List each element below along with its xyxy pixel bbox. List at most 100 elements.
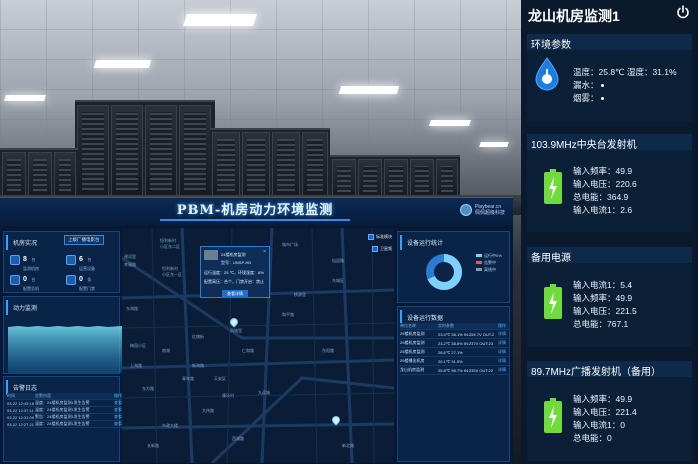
table-row: 龙山机房监测 25.8℃ 56.7% IN:235V OUT:22 详情 [400,366,510,375]
power-monitor-card: 动力监测 [3,296,122,374]
popup-line1: 运行温度：25 ℃，环境湿度：8% [204,270,264,275]
device-stats-title: 设备运行统计 [400,235,509,250]
map-label: 青年路 [182,376,194,381]
map-label: 凤城里 [230,328,242,333]
battery-icon [544,398,562,433]
popup-model: 型号：UNSP-HD [221,260,252,265]
map-label: 红旗街 [192,334,204,339]
reading-line: 输入电流1：0 [573,420,625,430]
reading-line: 输入电压：221.5 [573,306,637,316]
station-select-button[interactable]: 上级厂播电影台 [64,235,104,245]
table-row: 25楼机房监测 28.6℃ 27.1% 详情 [400,348,510,357]
device-data-table: 单位名称 实时参数 操作 29楼机房监测 23.4℃ 38.1% IN:254.… [400,323,510,375]
env-header: 环境参数 [527,34,692,51]
map-label: 东城区 [332,278,344,283]
details-link[interactable]: 详情 [498,349,510,355]
map-label: 天安区 [214,376,226,381]
map-label: 梅园小区 [130,343,146,348]
map-label: 新北路 [342,443,354,448]
device-stats-card: 设备运行统计 运行中0% 告警中 离线中 [397,231,510,303]
table-row: 29楼机房监测 23.4℃ 38.1% IN:254.7V OUT:2 详情 [400,330,510,339]
reading-line: 输入频率：49.9 [573,166,633,176]
server-rack-row [210,128,330,198]
map-label: 和平路 [282,312,294,317]
alarm-log-card: 告警日志 时间 告警内容 操作 03-22 12:43:18 温度：24楼机房监… [3,376,122,462]
stat-config-doors: 0 条配置门禁 [66,268,95,292]
device-status-donut [426,254,462,290]
close-icon[interactable]: × [263,249,266,255]
reading-line: 输入电流1：2.6 [573,205,633,215]
avatar [459,204,472,216]
map-label: 上海路 [130,363,142,368]
dashboard-title: PBM-机房动力环境监测 [160,199,350,221]
popup-line2: 配置高压：合个，门禁开启：禁止 [204,279,264,284]
map-label: 幸福路 [124,262,136,267]
map-label: 东方路 [142,386,154,391]
sidebar-title: 龙山机房监测1 [528,8,620,24]
map-label: 大伟路 [202,408,214,413]
satellite-icon [372,246,378,252]
view-link[interactable]: 查看 [107,414,122,420]
broadcast-transmitter-header: 89.7MHz广播发射机（备用） [527,361,692,378]
map-label: 仁和路 [242,348,254,353]
door-icon [66,275,76,285]
map-label: 城市广场 [282,242,298,247]
details-link[interactable]: 详情 [498,340,510,346]
power-monitor-title: 动力监测 [6,300,119,315]
popup-title: 24楼机房监测 [221,252,246,258]
view-link[interactable]: 查看 [107,407,122,413]
map-label: 小区东二区 [160,244,180,249]
env-temp-humidity: 温度：25.8℃ 湿度：31.1% [573,67,677,77]
dashboard-panel: PBM-机房动力环境监测 Playbear.cn 佩佩超级科技 机房实况 上级厂… [0,197,513,464]
backup-power-section: 备用电源 输入电流1：5.4 输入频率：49.9 输入电压：221.5 总电能：… [527,247,692,347]
reading-line: 总电能：767.1 [573,319,629,329]
city-map[interactable]: 恒利新村 小区东二区 恒利新村 小区东一区 建设里 幸福路 东海路 城市广场 新… [122,228,394,463]
ceiling-light [479,142,509,147]
map-label: 东阳路 [322,348,334,353]
map-label: 桃源里 [294,292,306,297]
map-label: 小区东一区 [162,272,182,277]
reading-line: 输入电压：220.6 [573,179,637,189]
env-leak: 漏水： [573,80,599,90]
table-row: 03-22 12:27:21 温度：24楼机房监测1发生告警 查看 [7,421,122,428]
table-row: 29楼播出机房 20.1℃ 31.5% 详情 [400,357,510,366]
server-rack-row [330,155,460,199]
user-subtitle: 佩佩超级科技 [474,210,505,216]
view-link[interactable]: 查看 [107,400,122,406]
ceiling-light [183,14,257,26]
module-icon [368,234,374,240]
host-icon [10,275,20,285]
transmitter-section: 103.9MHz中央台发射机 输入频率：49.9 输入电压：220.6 总电能：… [527,134,692,232]
env-smoke: 烟雾： [573,93,599,103]
dashboard-header: PBM-机房动力环境监测 Playbear.cn 佩佩超级科技 [0,198,513,226]
map-label: 市政大楼 [162,423,178,428]
map-label: 南湖 [162,348,170,353]
reading-line: 输入电压：221.4 [573,407,637,417]
transmitter-header: 103.9MHz中央台发射机 [527,134,692,151]
backup-power-header: 备用电源 [527,247,692,264]
details-link[interactable]: 详情 [498,358,510,364]
map-legend-item[interactable]: 卫星频 [372,246,392,252]
server-rack-row [75,100,215,198]
map-label: 长新路 [147,443,159,448]
view-link[interactable]: 查看 [107,421,122,427]
reading-line: 输入电流1：5.4 [573,280,633,290]
details-link[interactable]: 详情 [498,331,510,337]
power-area-chart [8,326,122,373]
table-row: 03-22 12:31:09 警告：24楼机房监测1发生告警 查看 [7,414,122,421]
table-row: 03-22 12:43:18 温度：24楼机房监测1发生告警 查看 [7,400,122,407]
monitor-sidebar: 龙山机房监测1 环境参数 温度：25.8℃ 湿度：31.1% 漏水： 烟雾： 1… [521,0,698,464]
device-popup: × 24楼机房监测 型号：UNSP-HD 运行温度：25 ℃，环境湿度：8% 配… [200,246,270,298]
view-details-button[interactable]: 查看详情 [222,290,248,298]
details-link[interactable]: 详情 [498,367,510,373]
user-menu[interactable]: Playbear.cn 佩佩超级科技 [459,204,505,216]
map-label: 东海路 [126,306,138,311]
power-icon[interactable] [676,5,690,19]
battery-icon [544,284,562,319]
map-legend-item[interactable]: 标准模块 [368,234,392,240]
reading-line: 总电能：364.9 [573,192,629,202]
table-header: 时间 告警内容 操作 [7,393,122,400]
device-icon [66,255,76,265]
broadcast-transmitter-section: 89.7MHz广播发射机（备用） 输入频率：49.9 输入电压：221.4 输入… [527,361,692,461]
table-header: 单位名称 实时参数 操作 [400,323,510,330]
